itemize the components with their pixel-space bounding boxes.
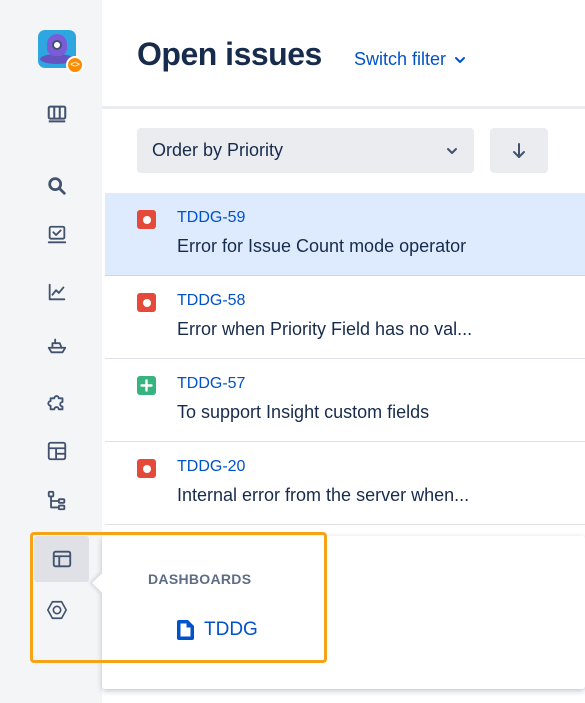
puzzle-icon[interactable] [44, 389, 70, 415]
bug-type-icon [137, 459, 156, 478]
header-divider [102, 106, 585, 109]
table-icon[interactable] [44, 438, 70, 464]
board-icon[interactable] [44, 101, 70, 127]
page-title: Open issues [137, 36, 322, 72]
chevron-down-icon [447, 148, 457, 154]
issue-key-link[interactable]: TDDG-58 [177, 292, 245, 310]
chart-icon[interactable] [44, 279, 70, 305]
hierarchy-icon[interactable] [44, 488, 70, 514]
issue-list: TDDG-59 Error for Issue Count mode opera… [105, 193, 585, 525]
order-by-label: Order by Priority [152, 140, 284, 160]
hexagon-icon[interactable] [44, 597, 70, 623]
issue-row[interactable]: TDDG-58 Error when Priority Field has no… [105, 276, 585, 359]
bug-type-icon [137, 293, 156, 312]
monitor-icon[interactable] [44, 222, 70, 248]
left-nav-rail: <> [0, 0, 102, 703]
bug-type-icon [137, 210, 156, 229]
issue-key-link[interactable]: TDDG-57 [177, 375, 245, 393]
issue-summary: To support Insight custom fields [177, 402, 430, 422]
dashboard-icon[interactable] [34, 536, 89, 582]
dashboard-link-label: TDDG [204, 619, 258, 640]
issue-summary: Error when Priority Field has no val... [177, 319, 473, 339]
issue-summary: Internal error from the server when... [177, 485, 470, 505]
switch-filter-button[interactable]: Switch filter [354, 49, 466, 70]
issue-row[interactable]: TDDG-59 Error for Issue Count mode opera… [105, 193, 585, 276]
issue-summary: Error for Issue Count mode operator [177, 236, 467, 256]
arrow-down-icon [513, 142, 525, 158]
issue-row[interactable]: TDDG-57 To support Insight custom fields [105, 359, 585, 442]
order-by-select[interactable]: Order by Priority [137, 128, 474, 173]
dashboards-flyout [102, 536, 585, 689]
ship-icon[interactable] [44, 332, 70, 358]
search-icon[interactable] [44, 173, 70, 199]
issue-key-link[interactable]: TDDG-59 [177, 209, 245, 227]
chevron-down-icon [455, 56, 466, 63]
switch-filter-label: Switch filter [354, 49, 447, 69]
issue-key-link[interactable]: TDDG-20 [177, 458, 245, 476]
dashboard-link-tddg[interactable]: TDDG [176, 619, 258, 641]
story-type-icon [137, 376, 156, 395]
flyout-heading: DASHBOARDS [148, 571, 252, 587]
sort-direction-button[interactable] [490, 128, 548, 173]
document-icon [177, 620, 194, 640]
issue-row[interactable]: TDDG-20 Internal error from the server w… [105, 442, 585, 525]
app-logo-icon[interactable]: <> [38, 30, 84, 74]
